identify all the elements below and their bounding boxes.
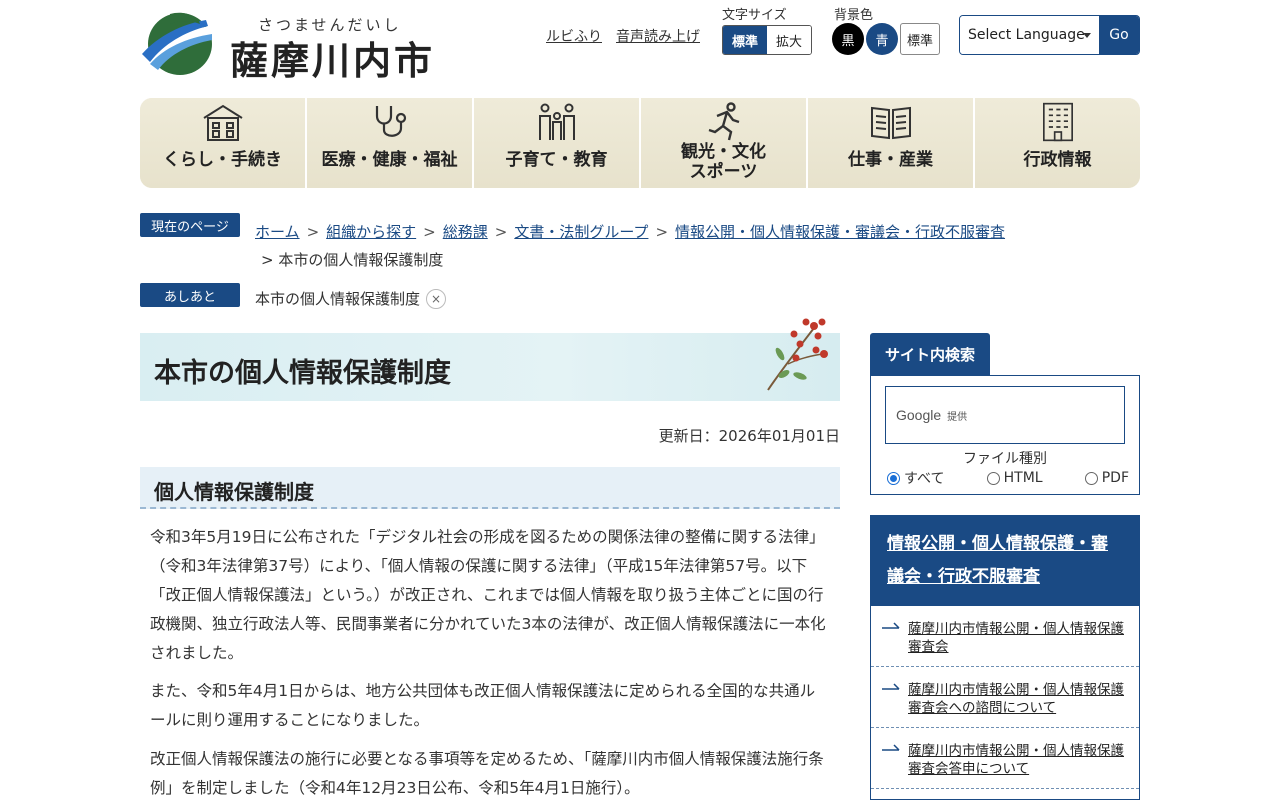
- nav-label-administration: 行政情報: [1023, 150, 1092, 170]
- nav-label-childcare: 子育て・教育: [505, 150, 608, 170]
- section-heading-box: 個人情報保護制度: [140, 467, 840, 509]
- list-item: 薩摩川内市情報公開・個人情報保護審査会への諮問について: [871, 667, 1139, 728]
- updated-date: 更新日：2026年01月01日: [658, 427, 840, 445]
- list-item: 薩摩川内市情報公開・個人情報保護審査会: [871, 606, 1139, 667]
- list-item: 薩摩川内市情報公開・個人情報保護審査会答申について: [871, 728, 1139, 789]
- stethoscope-icon: [375, 106, 406, 137]
- related-links-panel: 情報公開・個人情報保護・審議会・行政不服審査 薩摩川内市情報公開・個人情報保護審…: [870, 515, 1140, 800]
- logo-city-name: 薩摩川内市: [230, 38, 436, 83]
- runner-icon: [708, 102, 739, 141]
- arrow-right-icon: [882, 683, 900, 690]
- breadcrumb-current: 本市の個人情報保護制度: [278, 251, 444, 269]
- font-size-standard-button[interactable]: 標準: [723, 26, 767, 54]
- breadcrumb-current-line: > 本市の個人情報保護制度: [255, 246, 1135, 274]
- ruby-link[interactable]: ルビふり: [546, 26, 602, 46]
- filetype-radio-pdf[interactable]: PDF: [1084, 468, 1129, 488]
- breadcrumb-link-organization[interactable]: 組織から探す: [326, 223, 416, 241]
- google-provided-text: 提供: [947, 411, 968, 423]
- related-links-heading: 情報公開・個人情報保護・審議会・行政不服審査: [871, 516, 1139, 606]
- chevron-right-icon: >: [306, 223, 320, 241]
- nav-label-work: 仕事・産業: [848, 150, 933, 170]
- read-aloud-link[interactable]: 音声読み上げ: [616, 26, 700, 46]
- site-logo[interactable]: さつませんだいし 薩摩川内市: [140, 8, 460, 83]
- related-link-3[interactable]: 薩摩川内市情報公開・個人情報保護審査会答申について: [908, 743, 1124, 777]
- search-input[interactable]: Google 提供: [885, 386, 1125, 444]
- language-select[interactable]: Select Language: [960, 16, 1099, 54]
- bg-color-switcher: 黒 青 標準: [832, 23, 940, 55]
- arrow-right-icon: [882, 744, 900, 751]
- utility-links: ルビふり 音声読み上げ: [546, 26, 700, 46]
- bg-black-button[interactable]: 黒: [832, 23, 864, 55]
- city-emblem-icon: [142, 12, 212, 75]
- breadcrumb-link-general-affairs[interactable]: 総務課: [443, 223, 488, 241]
- font-size-large-button[interactable]: 拡大: [767, 26, 811, 54]
- language-select-label: Select Language: [968, 27, 1085, 43]
- arrow-right-icon: [882, 622, 900, 629]
- chevron-right-icon: >: [423, 223, 436, 241]
- nav-item-administration[interactable]: 行政情報: [975, 98, 1140, 188]
- filetype-radio-html[interactable]: HTML: [986, 468, 1043, 488]
- related-link-2[interactable]: 薩摩川内市情報公開・個人情報保護審査会への諮問について: [908, 682, 1124, 716]
- page-title: 本市の個人情報保護制度: [154, 358, 451, 389]
- filetype-radio-group: すべて HTML PDF: [887, 468, 1129, 488]
- chevron-right-icon: >: [655, 223, 669, 241]
- google-logo-text: Google: [896, 407, 942, 423]
- related-heading-link[interactable]: 情報公開・個人情報保護・審議会・行政不服審査: [887, 534, 1108, 587]
- family-icon: [538, 103, 575, 140]
- nav-item-living[interactable]: くらし・手続き: [140, 98, 307, 188]
- nav-label-tourism: 観光・文化 スポーツ: [641, 142, 806, 182]
- building-icon: [1042, 102, 1073, 142]
- language-selector: Select Language Go: [959, 15, 1140, 55]
- caret-down-icon: [1083, 33, 1091, 38]
- berry-branch-icon: [767, 318, 828, 391]
- related-links-list: 薩摩川内市情報公開・個人情報保護審査会 薩摩川内市情報公開・個人情報保護審査会へ…: [871, 606, 1139, 789]
- nav-label-medical: 医療・健康・福祉: [321, 150, 458, 170]
- breadcrumb-link-disclosure[interactable]: 情報公開・個人情報保護・審議会・行政不服審査: [675, 223, 1005, 241]
- filetype-label: ファイル種別: [963, 451, 1047, 467]
- chevron-right-icon: >: [494, 223, 508, 241]
- current-page-tag: 現在のページ: [140, 213, 240, 237]
- nav-label-living: くらし・手続き: [163, 150, 282, 170]
- font-size-switcher: 標準 拡大: [722, 25, 812, 55]
- breadcrumb: ホーム > 組織から探す > 総務課 > 文書・法制グループ > 情報公開・個人情報保護・審議会…: [255, 218, 1135, 274]
- ashiato-item-link[interactable]: 本市の個人情報保護制度: [255, 288, 420, 309]
- site-search-panel: Google 提供 ファイル種別 すべて HTML PDF: [870, 375, 1140, 495]
- paragraph-2: また、令和5年4月1日からは、地方公共団体も改正個人情報保護法に定められる全国的…: [150, 682, 816, 729]
- global-nav: くらし・手続き 医療・健康・福祉 子育て・教育 観光・文化 スポーツ 仕事・産業…: [140, 98, 1140, 188]
- house-icon: [202, 104, 243, 141]
- paragraph-3: 改正個人情報保護法の施行に必要となる事項等を定めるため、「薩摩川内市個人情報保護…: [150, 750, 824, 797]
- font-size-label: 文字サイズ: [722, 8, 787, 23]
- bg-color-label: 背景色: [834, 8, 874, 23]
- ashiato-tag: あしあと: [140, 283, 240, 307]
- breadcrumb-link-home[interactable]: ホーム: [255, 223, 300, 241]
- radio-unchecked-icon[interactable]: [986, 471, 1000, 485]
- chevron-right-icon: >: [261, 251, 274, 269]
- filetype-option-all: すべて: [904, 471, 945, 487]
- nav-item-work[interactable]: 仕事・産業: [808, 98, 975, 188]
- nav-label-tourism-line1: 観光・文化: [681, 142, 766, 162]
- filetype-option-html: HTML: [1003, 470, 1043, 486]
- book-icon: [870, 106, 911, 140]
- language-go-button[interactable]: Go: [1099, 16, 1139, 54]
- related-link-1[interactable]: 薩摩川内市情報公開・個人情報保護審査会: [908, 621, 1124, 655]
- close-icon[interactable]: ×: [426, 288, 447, 309]
- nav-item-childcare[interactable]: 子育て・教育: [474, 98, 641, 188]
- bg-standard-button[interactable]: 標準: [900, 23, 940, 55]
- filetype-radio-all[interactable]: すべて: [887, 468, 944, 488]
- bg-blue-button[interactable]: 青: [866, 23, 898, 55]
- nav-label-tourism-line2: スポーツ: [689, 162, 758, 182]
- nav-item-tourism[interactable]: 観光・文化 スポーツ: [641, 98, 808, 188]
- filetype-option-pdf: PDF: [1101, 470, 1129, 486]
- section-heading: 個人情報保護制度: [154, 480, 314, 504]
- site-search-tab: サイト内検索: [870, 333, 990, 376]
- radio-checked-icon[interactable]: [887, 471, 900, 485]
- nav-item-medical[interactable]: 医療・健康・福祉: [307, 98, 474, 188]
- breadcrumb-link-documents[interactable]: 文書・法制グループ: [514, 223, 648, 241]
- page-title-banner: 本市の個人情報保護制度: [140, 333, 840, 401]
- radio-unchecked-icon[interactable]: [1084, 471, 1098, 485]
- paragraph-1: 令和3年5月19日に公布された「デジタル社会の形成を図るための関係法律の整備に関…: [150, 528, 826, 662]
- ashiato-history: 本市の個人情報保護制度 ×: [255, 288, 447, 309]
